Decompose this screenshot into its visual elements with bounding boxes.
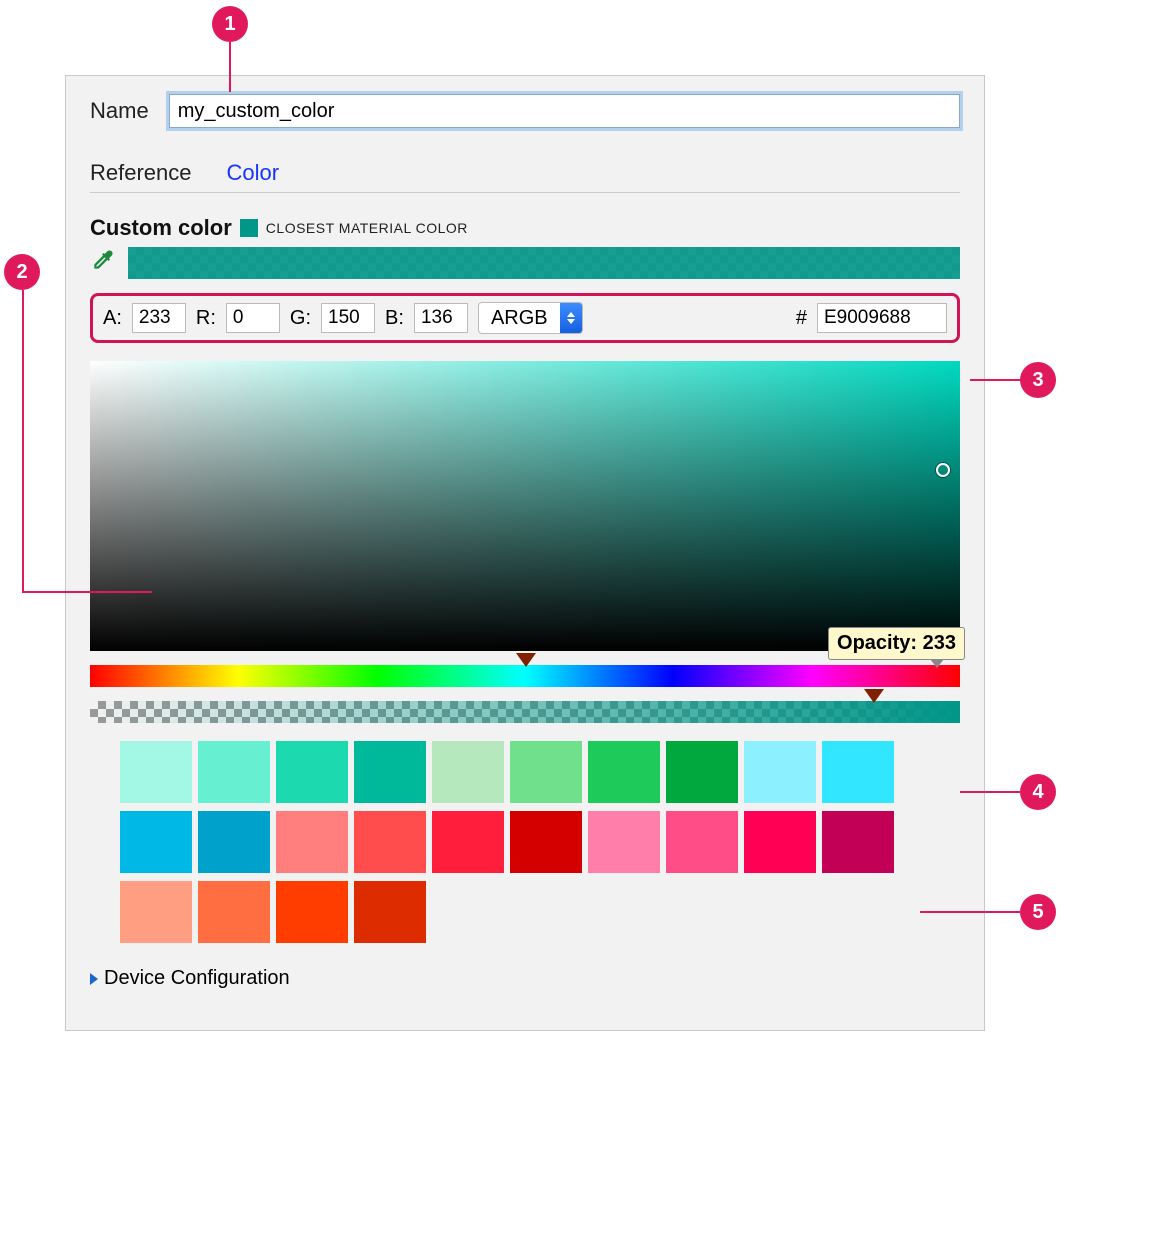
opacity-tooltip-label: Opacity: [837,632,917,654]
device-configuration-label: Device Configuration [104,967,290,990]
green-input[interactable] [321,303,375,333]
hue-slider[interactable]: Opacity: 233 [90,665,960,687]
color-mode-value: ARGB [479,303,560,334]
color-field-cursor[interactable] [936,463,950,477]
swatch[interactable] [354,741,426,803]
swatch[interactable] [666,811,738,873]
swatch[interactable] [744,741,816,803]
saturation-value-field[interactable] [90,361,960,651]
swatch[interactable] [276,881,348,943]
tab-color[interactable]: Color [227,156,280,190]
closest-material-label: CLOSEST MATERIAL COLOR [266,220,468,236]
swatch[interactable] [276,811,348,873]
blue-label: B: [385,307,404,330]
device-configuration-section[interactable]: Device Configuration [90,967,960,990]
name-row: Name [90,94,960,128]
custom-color-title: Custom color [90,215,232,241]
name-label: Name [90,98,149,124]
swatch[interactable] [198,881,270,943]
green-label: G: [290,307,311,330]
swatch[interactable] [120,811,192,873]
closest-material-swatch [240,219,258,237]
callout-3: 3 [1020,362,1056,398]
swatch[interactable] [120,741,192,803]
blue-input[interactable] [414,303,468,333]
eyedropper-icon[interactable] [90,247,116,279]
color-swatches [120,741,960,943]
swatch[interactable] [354,811,426,873]
swatch[interactable] [510,811,582,873]
stepper-icon [560,303,582,333]
swatch[interactable] [666,741,738,803]
swatch[interactable] [822,811,894,873]
red-input[interactable] [226,303,280,333]
swatch[interactable] [276,741,348,803]
callout-5: 5 [1020,894,1056,930]
swatch[interactable] [198,811,270,873]
swatch[interactable] [120,881,192,943]
hue-slider-handle[interactable] [516,653,536,667]
callout-4: 4 [1020,774,1056,810]
argb-input-row: A: R: G: B: ARGB # [90,293,960,343]
swatch[interactable] [354,881,426,943]
swatch[interactable] [744,811,816,873]
name-input[interactable] [169,94,960,128]
disclosure-triangle-icon [90,973,98,985]
alpha-input[interactable] [132,303,186,333]
custom-color-header: Custom color CLOSEST MATERIAL COLOR [90,215,960,241]
opacity-tooltip: Opacity: 233 [828,627,965,660]
opacity-slider-handle[interactable] [864,689,884,703]
preview-row [90,247,960,279]
swatch[interactable] [822,741,894,803]
hex-input[interactable] [817,303,947,333]
swatch[interactable] [588,811,660,873]
tab-reference[interactable]: Reference [90,156,192,190]
swatch[interactable] [432,811,504,873]
red-label: R: [196,307,216,330]
color-mode-select[interactable]: ARGB [478,302,583,334]
callout-2: 2 [4,254,40,290]
hex-hash: # [796,307,807,330]
swatch[interactable] [432,741,504,803]
alpha-label: A: [103,307,122,330]
color-editor-panel: Name Reference Color Custom color CLOSES… [65,75,985,1031]
callout-1: 1 [212,6,248,42]
swatch[interactable] [510,741,582,803]
opacity-tooltip-value: 233 [923,632,956,654]
tabs: Reference Color [90,156,960,193]
swatch[interactable] [198,741,270,803]
color-preview-bar [128,247,960,279]
swatch[interactable] [588,741,660,803]
opacity-slider[interactable] [90,701,960,723]
